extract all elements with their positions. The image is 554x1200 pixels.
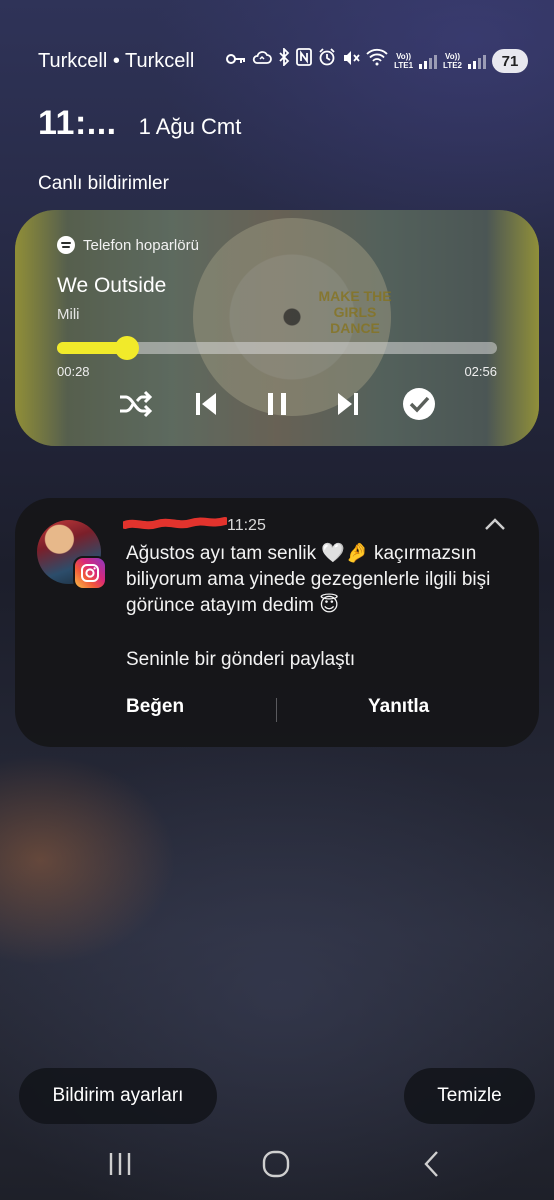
nfc-icon [296, 48, 312, 74]
cloud-sync-icon [252, 48, 272, 74]
action-divider [276, 698, 277, 722]
notification-subtext: Seninle bir gönderi paylaştı [126, 649, 356, 670]
progress-thumb[interactable] [114, 336, 139, 360]
media-player-card[interactable]: MAKE THE GIRLS DANCE Telefon hoparlörü W… [15, 210, 539, 446]
alarm-icon [318, 48, 336, 74]
instagram-icon [73, 556, 107, 590]
pause-icon [268, 393, 286, 415]
back-arrow-icon [424, 1151, 438, 1177]
home-button[interactable] [256, 1148, 296, 1180]
battery-indicator: 71 [492, 49, 528, 73]
output-device-row[interactable]: Telefon hoparlörü [57, 236, 199, 254]
recent-apps-icon [109, 1153, 131, 1175]
shuffle-button[interactable] [113, 382, 157, 426]
skip-previous-icon [196, 393, 216, 415]
chevron-up-icon [485, 518, 505, 530]
mute-icon [342, 48, 360, 74]
back-button[interactable] [412, 1148, 452, 1180]
status-bar: Turkcell • Turkcell Vo)) LTE1 Vo)) LTE2 … [0, 44, 554, 78]
bluetooth-icon [278, 46, 290, 74]
wifi-icon [366, 48, 388, 74]
like-button[interactable]: Beğen [126, 696, 184, 718]
time-total: 02:56 [464, 364, 497, 379]
key-icon [226, 48, 246, 74]
clear-all-button[interactable]: Temizle [404, 1068, 535, 1124]
playback-controls [15, 382, 539, 426]
progress-slider[interactable] [57, 336, 497, 360]
shuffle-icon [120, 390, 152, 418]
clock-date[interactable]: 1 Ağu Cmt [139, 114, 242, 140]
carrier-name: Turkcell • Turkcell [38, 50, 195, 72]
notification-time: 11:25 [227, 517, 266, 534]
status-icons: Vo)) LTE1 Vo)) LTE2 71 [226, 46, 528, 74]
home-icon [262, 1150, 290, 1178]
spotify-icon [57, 236, 75, 254]
volte-lte2-icon: Vo)) LTE2 [443, 52, 462, 70]
checkmark-circle-icon [403, 388, 435, 420]
signal-1-icon [419, 53, 438, 69]
reply-button[interactable]: Yanıtla [368, 696, 429, 718]
next-button[interactable] [326, 382, 370, 426]
volte-lte1-icon: Vo)) LTE1 [394, 52, 414, 70]
live-notifications-title: Canlı bildirimler [38, 173, 169, 194]
previous-button[interactable] [184, 382, 228, 426]
collapse-button[interactable] [483, 516, 511, 538]
instagram-notification-card[interactable]: 11:25 Ağustos ayı tam senlik 🤍🤌 kaçırmaz… [15, 498, 539, 747]
clock-row: 11:... 1 Ağu Cmt [38, 104, 241, 143]
signal-2-icon [468, 53, 486, 69]
output-device-label: Telefon hoparlörü [83, 236, 199, 254]
pause-button[interactable] [255, 382, 299, 426]
redacted-sender-name [123, 517, 227, 530]
clock-time[interactable]: 11:... [38, 104, 117, 143]
navigation-bar [0, 1140, 554, 1190]
skip-next-icon [338, 393, 358, 415]
recent-apps-button[interactable] [100, 1148, 140, 1180]
notification-message: Ağustos ayı tam senlik 🤍🤌 kaçırmazsın bi… [126, 543, 491, 616]
time-elapsed: 00:28 [57, 364, 90, 379]
track-title: We Outside [57, 274, 167, 297]
like-track-button[interactable] [397, 382, 441, 426]
track-artist: Mili [57, 306, 80, 323]
notification-settings-button[interactable]: Bildirim ayarları [19, 1068, 217, 1124]
